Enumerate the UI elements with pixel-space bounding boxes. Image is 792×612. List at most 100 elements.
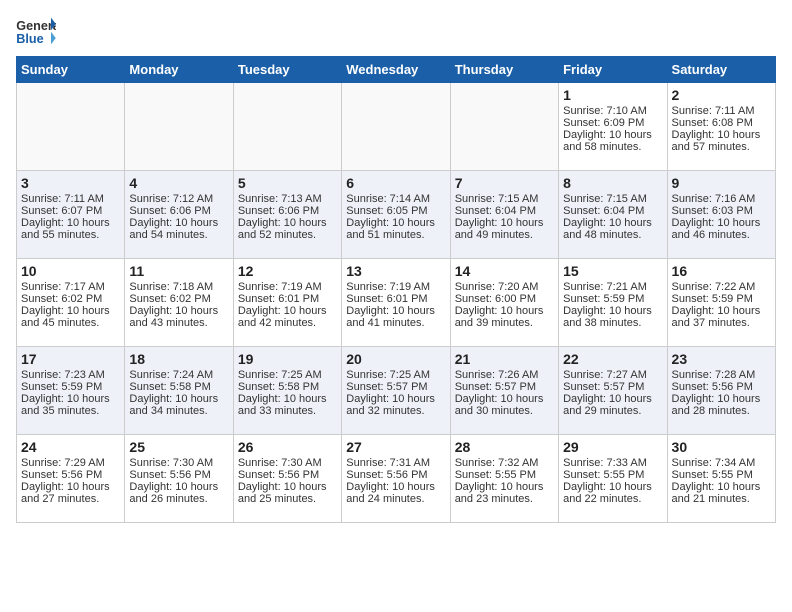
weekday-header: Saturday: [667, 57, 775, 83]
calendar-cell: 21Sunrise: 7:26 AMSunset: 5:57 PMDayligh…: [450, 347, 558, 435]
weekday-header: Tuesday: [233, 57, 341, 83]
calendar-cell: [450, 83, 558, 171]
day-info: Sunset: 6:04 PM: [563, 205, 662, 217]
day-info: Sunrise: 7:33 AM: [563, 457, 662, 469]
day-info: Sunrise: 7:31 AM: [346, 457, 445, 469]
calendar-cell: 11Sunrise: 7:18 AMSunset: 6:02 PMDayligh…: [125, 259, 233, 347]
day-info: Sunrise: 7:12 AM: [129, 193, 228, 205]
day-info: Daylight: 10 hours and 48 minutes.: [563, 217, 662, 241]
day-number: 1: [563, 87, 662, 103]
day-info: Sunset: 6:09 PM: [563, 117, 662, 129]
calendar-cell: 5Sunrise: 7:13 AMSunset: 6:06 PMDaylight…: [233, 171, 341, 259]
calendar-cell: 22Sunrise: 7:27 AMSunset: 5:57 PMDayligh…: [559, 347, 667, 435]
day-number: 11: [129, 263, 228, 279]
calendar-cell: 26Sunrise: 7:30 AMSunset: 5:56 PMDayligh…: [233, 435, 341, 523]
day-info: Sunset: 6:00 PM: [455, 293, 554, 305]
weekday-header: Friday: [559, 57, 667, 83]
calendar-cell: 24Sunrise: 7:29 AMSunset: 5:56 PMDayligh…: [17, 435, 125, 523]
day-info: Daylight: 10 hours and 57 minutes.: [672, 129, 771, 153]
day-info: Daylight: 10 hours and 21 minutes.: [672, 481, 771, 505]
day-info: Sunrise: 7:15 AM: [455, 193, 554, 205]
day-info: Daylight: 10 hours and 37 minutes.: [672, 305, 771, 329]
day-info: Daylight: 10 hours and 55 minutes.: [21, 217, 120, 241]
calendar-cell: 29Sunrise: 7:33 AMSunset: 5:55 PMDayligh…: [559, 435, 667, 523]
day-info: Sunrise: 7:30 AM: [129, 457, 228, 469]
calendar-week-row: 1 Sunrise: 7:10 AMSunset: 6:09 PM Daylight…: [17, 83, 776, 171]
day-info: Sunset: 5:57 PM: [346, 381, 445, 393]
calendar-week-row: 17Sunrise: 7:23 AMSunset: 5:59 PMDayligh…: [17, 347, 776, 435]
day-number: 26: [238, 439, 337, 455]
day-info: Daylight: 10 hours and 49 minutes.: [455, 217, 554, 241]
day-info: Daylight: 10 hours and 28 minutes.: [672, 393, 771, 417]
day-info: Sunset: 6:07 PM: [21, 205, 120, 217]
calendar-cell: 1Sunrise: 7:10 AMSunset: 6:09 PMDaylight…: [559, 83, 667, 171]
day-info: Daylight: 10 hours and 27 minutes.: [21, 481, 120, 505]
day-info: Daylight: 10 hours and 46 minutes.: [672, 217, 771, 241]
day-info: Sunset: 5:58 PM: [129, 381, 228, 393]
calendar-cell: 17Sunrise: 7:23 AMSunset: 5:59 PMDayligh…: [17, 347, 125, 435]
day-info: Sunrise: 7:22 AM: [672, 281, 771, 293]
day-info: Sunset: 6:08 PM: [672, 117, 771, 129]
day-number: 18: [129, 351, 228, 367]
day-info: Daylight: 10 hours and 54 minutes.: [129, 217, 228, 241]
day-info: Daylight: 10 hours and 45 minutes.: [21, 305, 120, 329]
day-info: Daylight: 10 hours and 23 minutes.: [455, 481, 554, 505]
calendar-cell: 8Sunrise: 7:15 AMSunset: 6:04 PMDaylight…: [559, 171, 667, 259]
day-info: Sunrise: 7:25 AM: [346, 369, 445, 381]
day-info: Sunset: 5:59 PM: [672, 293, 771, 305]
day-info: Sunrise: 7:18 AM: [129, 281, 228, 293]
day-number: 12: [238, 263, 337, 279]
day-info: Sunrise: 7:27 AM: [563, 369, 662, 381]
calendar-cell: 23Sunrise: 7:28 AMSunset: 5:56 PMDayligh…: [667, 347, 775, 435]
day-info: Daylight: 10 hours and 35 minutes.: [21, 393, 120, 417]
day-info: Sunrise: 7:30 AM: [238, 457, 337, 469]
day-info: Sunset: 5:57 PM: [455, 381, 554, 393]
day-number: 30: [672, 439, 771, 455]
day-info: Sunrise: 7:10 AM: [563, 105, 662, 117]
day-info: Sunset: 6:04 PM: [455, 205, 554, 217]
calendar-cell: 7Sunrise: 7:15 AMSunset: 6:04 PMDaylight…: [450, 171, 558, 259]
calendar-cell: 28Sunrise: 7:32 AMSunset: 5:55 PMDayligh…: [450, 435, 558, 523]
day-info: Daylight: 10 hours and 29 minutes.: [563, 393, 662, 417]
day-info: Sunset: 5:58 PM: [238, 381, 337, 393]
calendar-cell: 12Sunrise: 7:19 AMSunset: 6:01 PMDayligh…: [233, 259, 341, 347]
day-info: Daylight: 10 hours and 38 minutes.: [563, 305, 662, 329]
calendar-cell: 27Sunrise: 7:31 AMSunset: 5:56 PMDayligh…: [342, 435, 450, 523]
day-info: Sunset: 6:02 PM: [21, 293, 120, 305]
day-info: Sunrise: 7:29 AM: [21, 457, 120, 469]
day-info: Sunset: 6:03 PM: [672, 205, 771, 217]
day-number: 14: [455, 263, 554, 279]
day-number: 27: [346, 439, 445, 455]
day-number: 4: [129, 175, 228, 191]
day-info: Daylight: 10 hours and 34 minutes.: [129, 393, 228, 417]
day-number: 17: [21, 351, 120, 367]
day-info: Daylight: 10 hours and 52 minutes.: [238, 217, 337, 241]
day-info: Sunset: 6:06 PM: [129, 205, 228, 217]
day-info: Sunset: 5:59 PM: [563, 293, 662, 305]
day-number: 28: [455, 439, 554, 455]
day-info: Sunset: 5:59 PM: [21, 381, 120, 393]
header-row: SundayMondayTuesdayWednesdayThursdayFrid…: [17, 57, 776, 83]
day-number: 15: [563, 263, 662, 279]
day-info: Sunrise: 7:19 AM: [238, 281, 337, 293]
day-info: Daylight: 10 hours and 22 minutes.: [563, 481, 662, 505]
day-info: Sunrise: 7:11 AM: [21, 193, 120, 205]
day-number: 25: [129, 439, 228, 455]
day-info: Daylight: 10 hours and 26 minutes.: [129, 481, 228, 505]
day-number: 19: [238, 351, 337, 367]
day-number: 10: [21, 263, 120, 279]
day-info: Daylight: 10 hours and 33 minutes.: [238, 393, 337, 417]
day-info: Sunset: 5:55 PM: [672, 469, 771, 481]
day-info: Daylight: 10 hours and 30 minutes.: [455, 393, 554, 417]
calendar-cell: [233, 83, 341, 171]
day-info: Sunset: 5:56 PM: [346, 469, 445, 481]
day-info: Sunrise: 7:26 AM: [455, 369, 554, 381]
calendar-cell: 18Sunrise: 7:24 AMSunset: 5:58 PMDayligh…: [125, 347, 233, 435]
day-info: Sunset: 6:01 PM: [346, 293, 445, 305]
day-number: 6: [346, 175, 445, 191]
day-info: Sunrise: 7:17 AM: [21, 281, 120, 293]
day-number: 3: [21, 175, 120, 191]
page-header: General Blue: [16, 16, 776, 46]
calendar-cell: 6Sunrise: 7:14 AMSunset: 6:05 PMDaylight…: [342, 171, 450, 259]
calendar-cell: 4 Sunrise: 7:12 AMSunset: 6:06 PMDaylight…: [125, 171, 233, 259]
